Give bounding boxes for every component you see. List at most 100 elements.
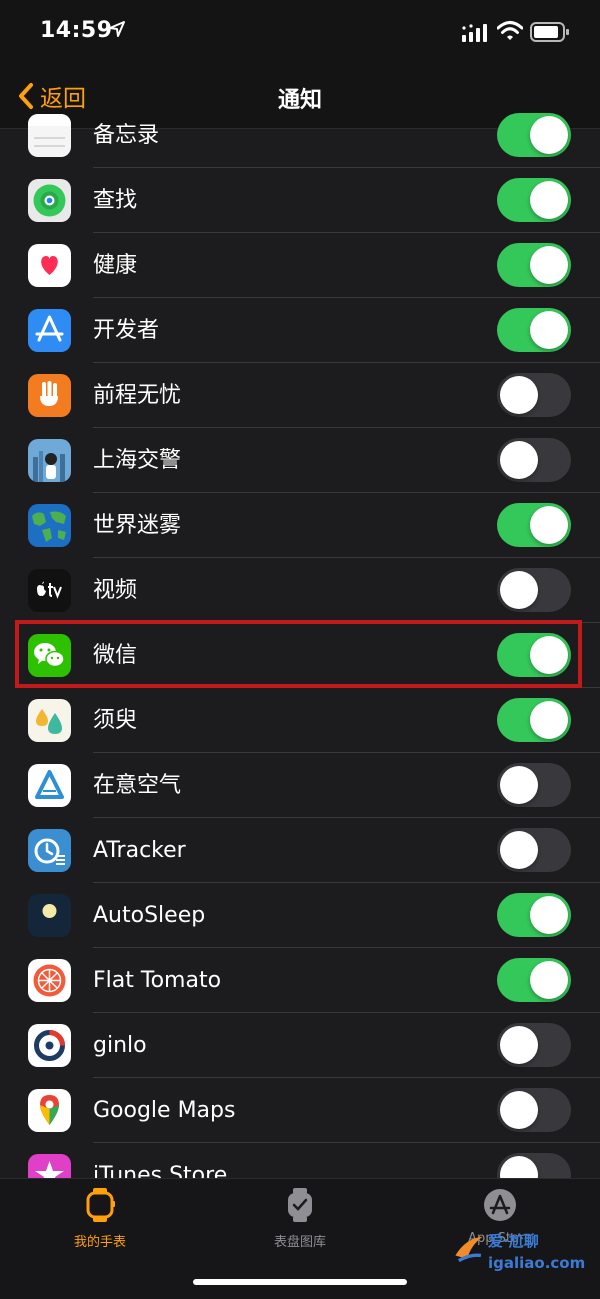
notification-toggle[interactable]: [497, 308, 571, 352]
row-label: iTunes Store: [93, 1163, 228, 1178]
toggle-knob: [530, 116, 568, 154]
list-item: ginlo: [0, 1013, 600, 1078]
notification-toggle[interactable]: [497, 1088, 571, 1132]
list-item: 世界迷雾: [0, 493, 600, 558]
xuyu-icon: [28, 699, 71, 742]
watermark-text: 爱·尬聊 igaliao.com: [488, 1232, 586, 1272]
notification-toggle[interactable]: [497, 1023, 571, 1067]
notification-toggle[interactable]: [497, 243, 571, 287]
list-item: Flat Tomato: [0, 948, 600, 1013]
toggle-knob: [530, 506, 568, 544]
toggle-knob: [530, 311, 568, 349]
toggle-knob: [500, 1156, 538, 1178]
row-label: 前程无忧: [93, 383, 182, 408]
list-item: 查找: [0, 168, 600, 233]
app-store-icon: [484, 1189, 516, 1221]
row-label: 备忘录: [93, 123, 160, 148]
row-label: ginlo: [93, 1033, 147, 1058]
list-item: 开发者: [0, 298, 600, 363]
list-item: 前程无忧: [0, 363, 600, 428]
notification-app-list[interactable]: 备忘录 查找 健康 开发者 前程无忧 上海交警 世界迷雾 视频 微信 须臾 在意…: [0, 103, 600, 1178]
list-item: ATracker: [0, 818, 600, 883]
toggle-knob: [500, 376, 538, 414]
toggle-knob: [500, 1091, 538, 1129]
toggle-knob: [530, 246, 568, 284]
battery-icon: [530, 22, 569, 42]
status-bar: 14:59: [0, 0, 600, 64]
list-item: 在意空气: [0, 753, 600, 818]
row-label: Google Maps: [93, 1098, 236, 1123]
list-item: 备忘录: [0, 103, 600, 168]
notification-toggle[interactable]: [497, 373, 571, 417]
row-label: Flat Tomato: [93, 968, 222, 993]
notification-toggle[interactable]: [497, 698, 571, 742]
notification-toggle[interactable]: [497, 893, 571, 937]
notification-toggle[interactable]: [497, 568, 571, 612]
face-gallery-icon: [288, 1188, 312, 1222]
notification-toggle[interactable]: [497, 178, 571, 222]
notification-toggle[interactable]: [497, 633, 571, 677]
row-label: ATracker: [93, 838, 186, 863]
list-item: 上海交警: [0, 428, 600, 493]
list-item: 健康: [0, 233, 600, 298]
health-icon: [28, 244, 71, 287]
google-maps-icon: [28, 1089, 71, 1132]
flat-tomato-icon: [28, 959, 71, 1002]
developer-icon: [28, 309, 71, 352]
toggle-knob: [500, 831, 538, 869]
find-my-icon: [28, 179, 71, 222]
notes-icon: [28, 114, 71, 157]
list-item: 微信: [0, 623, 600, 688]
list-item: 视频: [0, 558, 600, 623]
wifi-icon: [497, 21, 523, 40]
notification-toggle[interactable]: [497, 958, 571, 1002]
notification-toggle[interactable]: [497, 828, 571, 872]
row-label: 视频: [93, 578, 138, 603]
autosleep-icon: [28, 894, 71, 937]
notification-toggle[interactable]: [497, 763, 571, 807]
row-label: 微信: [93, 643, 138, 668]
row-label: 健康: [93, 253, 138, 278]
toggle-knob: [500, 441, 538, 479]
notification-toggle[interactable]: [497, 503, 571, 547]
row-label: 上海交警: [93, 448, 182, 473]
row-label: 世界迷雾: [93, 513, 182, 538]
shanghai-traffic-police-icon: [28, 439, 71, 482]
toggle-knob: [530, 961, 568, 999]
row-label: 在意空气: [93, 773, 182, 798]
list-item: 须臾: [0, 688, 600, 753]
fog-of-world-icon: [28, 504, 71, 547]
list-item: iTunes Store: [0, 1143, 600, 1178]
air-matters-icon: [28, 764, 71, 807]
toggle-knob: [530, 181, 568, 219]
location-arrow-icon: [109, 21, 125, 37]
watch-icon: [86, 1188, 115, 1222]
list-item: AutoSleep: [0, 883, 600, 948]
watermark-logo-icon: [455, 1236, 483, 1263]
row-label: 开发者: [93, 318, 160, 343]
toggle-knob: [530, 896, 568, 934]
tab-face-gallery[interactable]: 表盘图库: [240, 1187, 360, 1251]
atracker-icon: [28, 829, 71, 872]
itunes-store-icon: [28, 1154, 71, 1178]
wechat-icon: [28, 634, 71, 677]
51job-icon: [28, 374, 71, 417]
tab-my-watch[interactable]: 我的手表: [40, 1187, 160, 1251]
toggle-knob: [500, 766, 538, 804]
apple-tv-icon: [28, 569, 71, 612]
list-item: Google Maps: [0, 1078, 600, 1143]
watermark: 爱·尬聊 igaliao.com: [452, 1226, 592, 1282]
status-time: 14:59: [40, 18, 113, 43]
tab-label: 表盘图库: [273, 1235, 326, 1250]
cellular-signal-icon: [462, 24, 487, 42]
notification-toggle[interactable]: [497, 113, 571, 157]
toggle-knob: [530, 636, 568, 674]
notification-toggle[interactable]: [497, 1153, 571, 1178]
notification-toggle[interactable]: [497, 438, 571, 482]
toggle-knob: [530, 701, 568, 739]
toggle-knob: [500, 571, 538, 609]
ginlo-icon: [28, 1024, 71, 1067]
row-label: AutoSleep: [93, 903, 206, 928]
home-indicator: [193, 1279, 407, 1285]
toggle-knob: [500, 1026, 538, 1064]
